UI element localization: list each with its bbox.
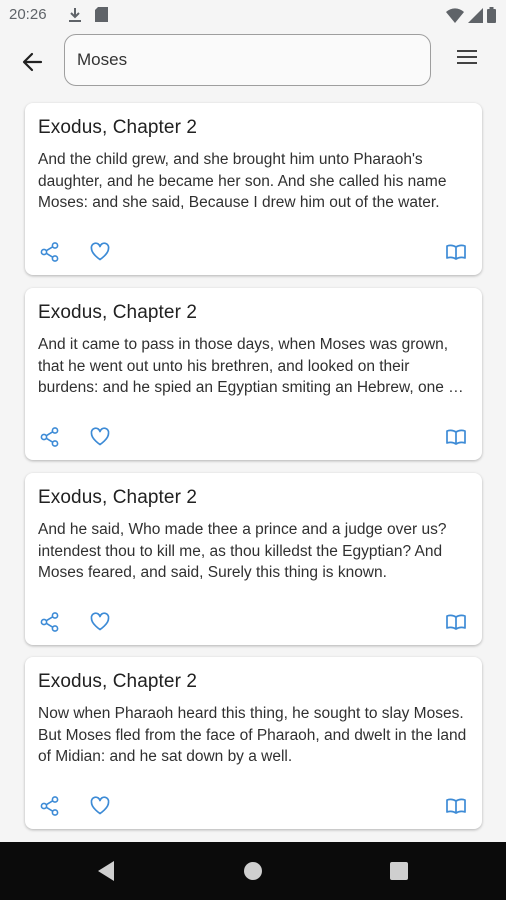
nav-recents-icon[interactable] — [390, 862, 408, 880]
open-book-icon[interactable] — [445, 241, 467, 263]
battery-icon — [487, 7, 496, 23]
card-text: Now when Pharaoh heard this thing, he so… — [38, 705, 467, 765]
open-book-icon[interactable] — [445, 795, 467, 817]
nav-home-icon[interactable] — [243, 861, 263, 881]
navigation-bar — [0, 842, 506, 900]
result-card[interactable]: Exodus, Chapter 2 Now when Pharaoh heard… — [25, 657, 482, 829]
share-icon[interactable] — [39, 795, 61, 817]
open-book-icon[interactable] — [445, 611, 467, 633]
back-arrow-icon[interactable] — [19, 50, 47, 74]
wifi-icon — [446, 7, 464, 23]
signal-icon — [468, 7, 483, 23]
card-title: Exodus, Chapter 2 — [38, 671, 198, 692]
result-card[interactable]: Exodus, Chapter 2 And he said, Who made … — [25, 473, 482, 645]
top-app-bar — [0, 30, 506, 94]
result-card[interactable]: Exodus, Chapter 2 And it came to pass in… — [25, 288, 482, 460]
sd-card-icon — [95, 7, 108, 22]
share-icon[interactable] — [39, 611, 61, 633]
heart-icon[interactable] — [89, 795, 111, 817]
status-time: 20:26 — [9, 6, 47, 23]
card-title: Exodus, Chapter 2 — [38, 117, 198, 138]
card-title: Exodus, Chapter 2 — [38, 487, 198, 508]
search-input[interactable] — [64, 34, 431, 86]
heart-icon[interactable] — [89, 611, 111, 633]
heart-icon[interactable] — [89, 241, 111, 263]
card-title: Exodus, Chapter 2 — [38, 302, 198, 323]
system-status-icons — [446, 7, 496, 23]
card-text: And the child grew, and she brought him … — [38, 151, 447, 211]
download-icon — [68, 7, 82, 23]
open-book-icon[interactable] — [445, 426, 467, 448]
heart-icon[interactable] — [89, 426, 111, 448]
card-text: And he said, Who made thee a prince and … — [38, 521, 447, 581]
share-icon[interactable] — [39, 426, 61, 448]
status-bar: 20:26 — [0, 0, 506, 30]
card-text: And it came to pass in those days, when … — [38, 336, 462, 396]
share-icon[interactable] — [39, 241, 61, 263]
nav-back-icon[interactable] — [96, 860, 116, 882]
result-card[interactable]: Exodus, Chapter 2 And the child grew, an… — [25, 103, 482, 275]
menu-icon[interactable] — [455, 47, 479, 67]
